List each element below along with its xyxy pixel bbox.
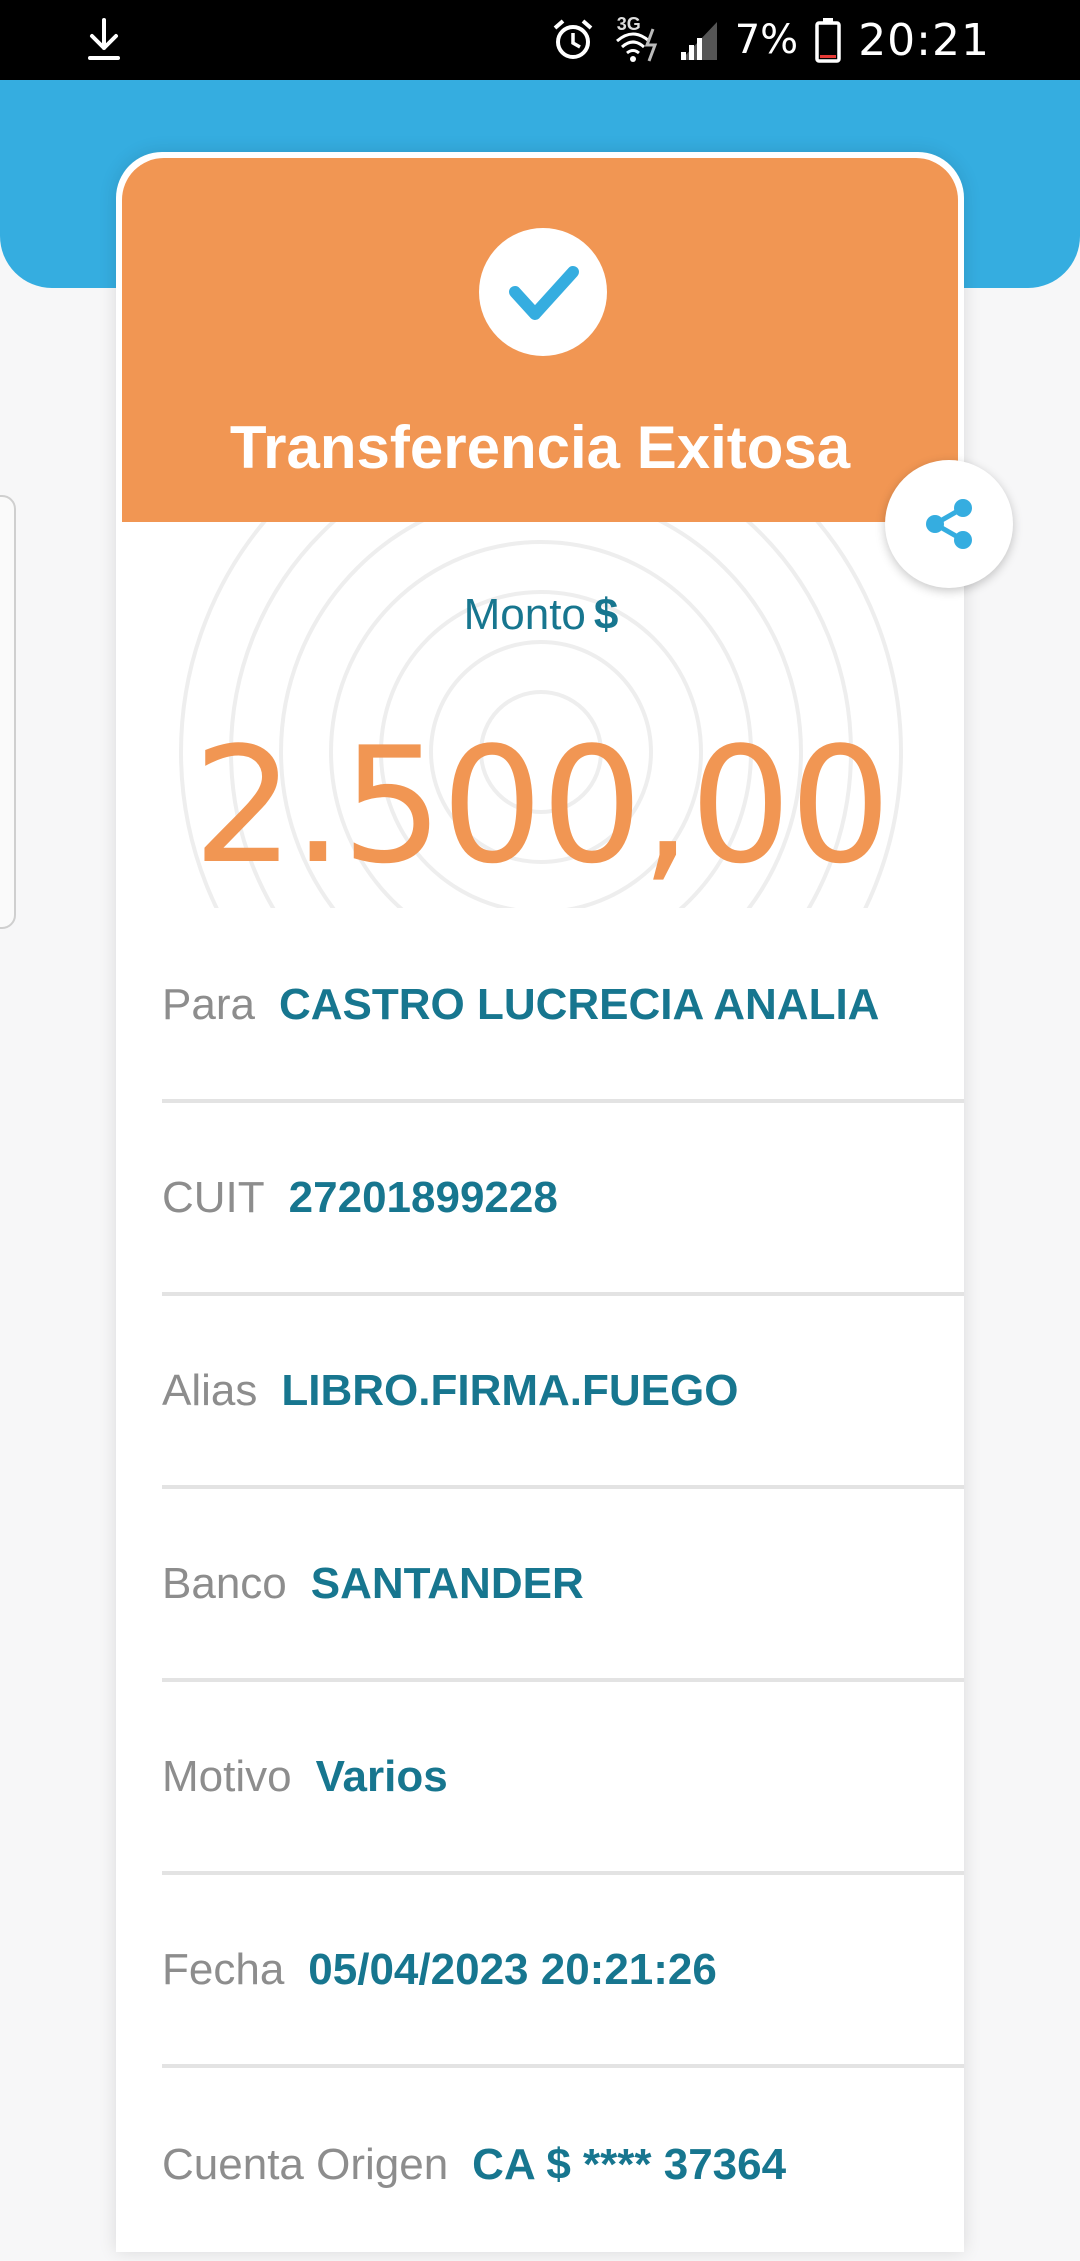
amount-label-text: Monto: [463, 590, 586, 639]
success-title: Transferencia Exitosa: [229, 414, 851, 481]
detail-value: 05/04/2023 20:21:26: [308, 1944, 717, 1994]
detail-label: Motivo: [162, 1751, 292, 1801]
transfer-details: Para CASTRO LUCRECIA ANALIA CUIT 2720189…: [162, 910, 964, 2261]
detail-row-fecha: Fecha 05/04/2023 20:21:26: [162, 1875, 964, 2068]
detail-label: Cuenta Origen: [162, 2139, 449, 2189]
detail-label: Fecha: [162, 1944, 285, 1994]
detail-label: Banco: [162, 1558, 287, 1608]
clock: 20:21: [858, 14, 990, 66]
currency-symbol: $: [593, 590, 619, 639]
signal-icon: [680, 22, 717, 60]
detail-value: Varios: [315, 1751, 448, 1801]
amount-section: Monto $ 2.500,00: [118, 522, 964, 908]
battery-icon: [815, 18, 841, 63]
alarm-icon: [553, 19, 593, 59]
battery-percent: 7%: [734, 17, 799, 63]
detail-row-cuit: CUIT 27201899228: [162, 1103, 964, 1296]
amount-value: 2.500,00: [192, 712, 892, 899]
detail-label: Para: [162, 979, 255, 1029]
detail-value: CASTRO LUCRECIA ANALIA: [278, 979, 880, 1029]
detail-row-cuenta-origen: Cuenta Origen CA $ **** 37364: [162, 2068, 964, 2261]
wifi-icon: 3G: [611, 15, 663, 65]
detail-value: SANTANDER: [310, 1558, 584, 1608]
detail-row-para: Para CASTRO LUCRECIA ANALIA: [162, 910, 964, 1103]
detail-row-banco: Banco SANTANDER: [162, 1489, 964, 1682]
detail-label: Alias: [162, 1365, 258, 1415]
download-icon: [88, 18, 120, 60]
detail-row-motivo: Motivo Varios: [162, 1682, 964, 1875]
detail-value: LIBRO.FIRMA.FUEGO: [281, 1365, 739, 1415]
amount-label: Monto $: [118, 590, 964, 640]
share-button[interactable]: [885, 460, 1013, 588]
detail-value: CA $ **** 37364: [472, 2139, 787, 2189]
status-bar: 3G 7% 20:21: [0, 0, 1080, 80]
detail-label: CUIT: [162, 1172, 265, 1222]
edge-panel-handle[interactable]: [0, 495, 16, 929]
share-icon: [926, 499, 972, 549]
success-header: Transferencia Exitosa: [122, 158, 958, 522]
success-check-icon: [479, 228, 607, 356]
detail-row-alias: Alias LIBRO.FIRMA.FUEGO: [162, 1296, 964, 1489]
detail-value: 27201899228: [288, 1172, 558, 1222]
